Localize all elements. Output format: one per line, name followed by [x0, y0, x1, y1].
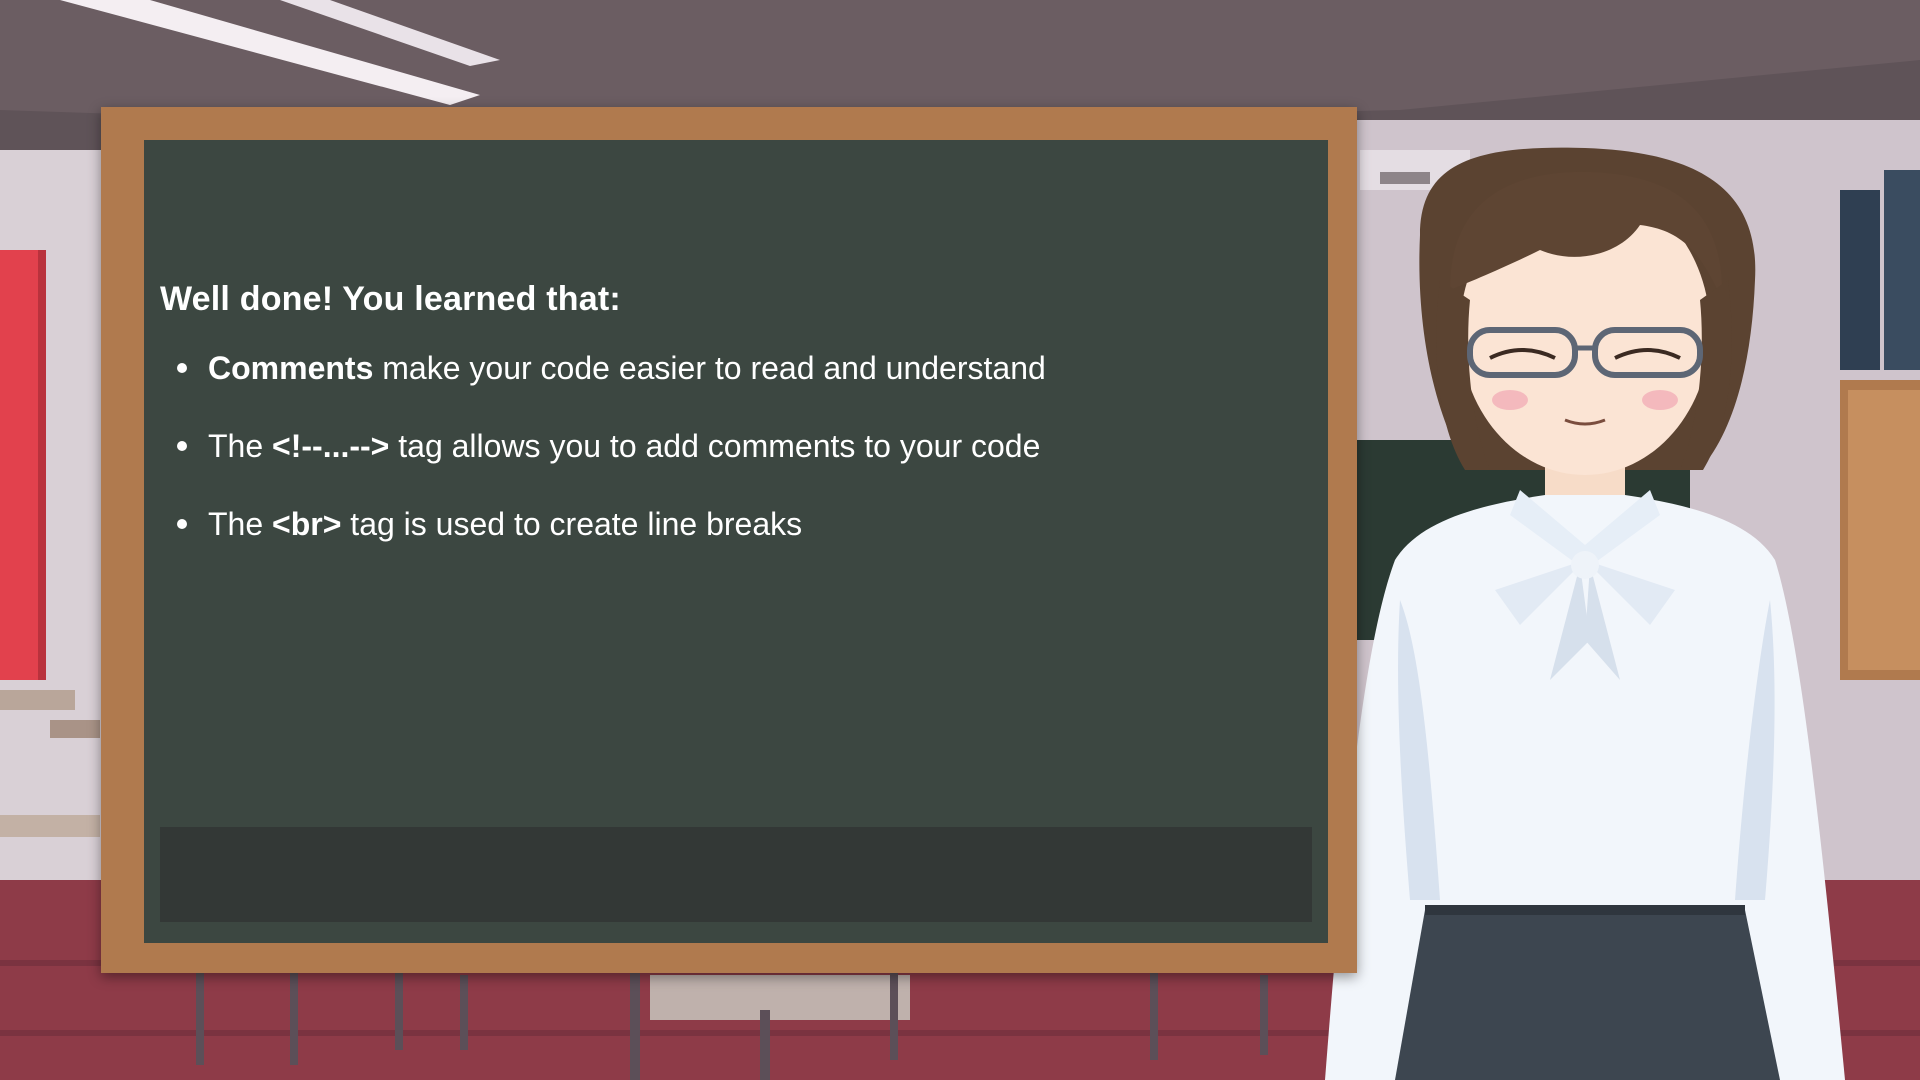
summary-list: Comments make your code easier to read a… [160, 347, 1310, 545]
bullet-icon [177, 519, 187, 529]
list-item: Comments make your code easier to read a… [160, 347, 1310, 389]
list-item: The <!--...--> tag allows you to add com… [160, 425, 1310, 467]
summary-heading: Well done! You learned that: [160, 280, 621, 318]
list-item: The <br> tag is used to create line brea… [160, 503, 1310, 545]
bullet-icon [177, 441, 187, 451]
dialogue-box[interactable] [160, 827, 1312, 922]
lesson-summary: Well done! You learned that: Comments ma… [160, 280, 1310, 581]
bullet-icon [177, 363, 187, 373]
